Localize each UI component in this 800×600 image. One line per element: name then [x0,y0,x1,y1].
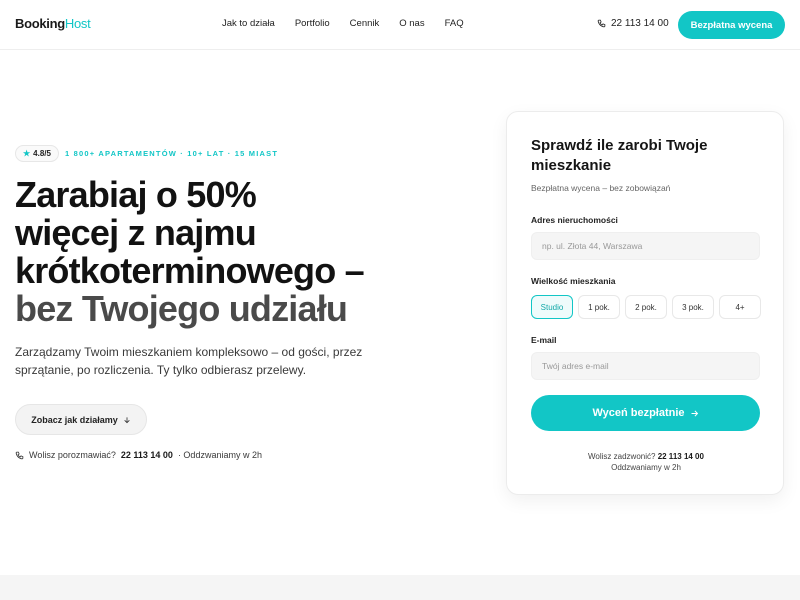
form-subtitle: Bezpłatna wycena – bez zobowiązań [531,183,671,193]
brand-name-primary: Booking [15,16,65,31]
email-input[interactable]: Twój adres e-mail [531,352,760,380]
size-option-3-rooms[interactable]: 3 pok. [672,295,714,319]
top-navigation: BookingHost Jak to działa Portfolio Cenn… [0,0,800,50]
hero-title-line-3: krótkoterminowego – [15,250,365,291]
star-icon: ★ [23,149,31,158]
hero-title-line-1: Zarabiaj o 50% [15,174,257,215]
email-label: E-mail [531,335,557,345]
hero-contact-line: Wolisz porozmawiać? 22 113 14 00 · Oddzw… [15,450,262,460]
contact-phone-link[interactable]: 22 113 14 00 [121,450,173,460]
hero-title: Zarabiaj o 50% więcej z najmu krótkoterm… [15,176,415,328]
form-footer-phone-link[interactable]: 22 113 14 00 [658,452,704,461]
stats-badge: 1 800+ APARTAMENTÓW · 10+ LAT · 15 MIAST [64,149,279,158]
free-quote-button[interactable]: Bezpłatna wycena [678,11,785,39]
contact-suffix: · Oddzwaniamy w 2h [177,450,262,460]
see-how-we-work-label: Zobacz jak działamy [31,414,118,425]
size-label: Wielkość mieszkania [531,276,616,286]
hero-title-line-4: bez Twojego udziału [15,288,348,329]
rating-value: 4.8/5 [33,149,51,158]
size-selector: Studio 1 pok. 2 pok. 3 pok. 4+ [531,295,761,319]
address-label: Adres nieruchomości [531,215,618,225]
hero-title-line-2: więcej z najmu [15,212,257,253]
size-option-1-room[interactable]: 1 pok. [578,295,620,319]
brand-name-accent: Host [64,16,91,31]
form-footer-line-1: Wolisz zadzwonić? 22 113 14 00 [507,451,785,462]
form-title: Sprawdź ile zarobi Twoje mieszkanie [531,137,708,174]
nav-links: Jak to działa Portfolio Cennik O nas FAQ [222,18,484,29]
valuation-form-card: Sprawdź ile zarobi Twoje mieszkanie Bezp… [506,111,784,495]
brand-logo[interactable]: BookingHost [15,16,91,31]
arrow-down-icon [124,416,130,423]
nav-link-how-it-works[interactable]: Jak to działa [222,18,275,29]
arrow-right-icon [691,410,698,416]
size-option-4-plus[interactable]: 4+ [719,295,761,319]
phone-icon [597,19,606,28]
nav-link-faq[interactable]: FAQ [445,18,464,29]
form-footer-line-2: Oddzwaniamy w 2h [611,463,681,472]
phone-icon [15,451,24,459]
size-option-2-rooms[interactable]: 2 pok. [625,295,667,319]
nav-link-about[interactable]: O nas [399,18,424,29]
form-footer-prefix: Wolisz zadzwonić? [588,452,656,461]
contact-prefix: Wolisz porozmawiać? [29,450,116,460]
address-input[interactable]: np. ul. Złota 44, Warszawa [531,232,760,260]
nav-phone-link[interactable]: 22 113 14 00 [597,18,669,29]
hero-description: Zarządzamy Twoim mieszkaniem kompleksowo… [15,345,363,377]
submit-quote-button[interactable]: Wyceń bezpłatnie [531,395,760,431]
size-option-studio[interactable]: Studio [531,295,573,319]
form-footer: Wolisz zadzwonić? 22 113 14 00 Oddzwania… [507,451,785,473]
nav-link-portfolio[interactable]: Portfolio [295,18,330,29]
nav-link-pricing[interactable]: Cennik [350,18,380,29]
submit-label: Wyceń bezpłatnie [592,407,685,419]
rating-badge: ★ 4.8/5 [15,145,59,162]
next-section-band [0,575,800,600]
hero-badge-row: ★ 4.8/5 1 800+ APARTAMENTÓW · 10+ LAT · … [15,145,278,162]
see-how-we-work-button[interactable]: Zobacz jak działamy [15,404,147,435]
nav-phone-number: 22 113 14 00 [611,18,669,29]
